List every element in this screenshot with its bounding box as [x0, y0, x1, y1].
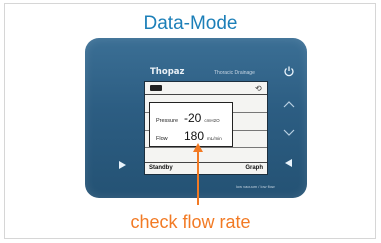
softkey-standby[interactable]: Standby: [149, 165, 173, 171]
chevron-up-icon[interactable]: [282, 97, 296, 111]
flow-row: Flow 180 mL/min: [156, 129, 222, 143]
figure-title: Data-Mode: [143, 13, 238, 34]
flow-label: Flow: [156, 136, 168, 142]
triangle-right-icon[interactable]: [115, 158, 129, 172]
screen-header-divider: [145, 94, 267, 95]
pressure-row: Pressure -20 cmH2O: [156, 111, 220, 125]
softkey-graph[interactable]: Graph: [245, 165, 263, 171]
flow-unit: mL/min: [207, 136, 222, 141]
figure-caption: check flow rate: [130, 212, 251, 232]
arrow-shaft: [197, 150, 199, 205]
data-callout: Pressure -20 cmH2O Flow 180 mL/min: [149, 102, 233, 147]
pressure-unit: cmH2O: [204, 118, 220, 123]
power-icon[interactable]: [282, 64, 296, 78]
device-subbrand: Thoracic Drainage: [214, 70, 255, 76]
triangle-left-icon[interactable]: [282, 156, 296, 170]
pressure-value: -20: [184, 111, 202, 125]
flow-value: 180: [184, 129, 205, 143]
sync-icon: ⟲: [255, 84, 262, 93]
device-screen: ⟲ Pressure -20 cmH2O Flow 180 mL/min Sta…: [144, 81, 268, 175]
pressure-label: Pressure: [156, 118, 179, 124]
device-footer-note: low vacuum / low flow: [236, 184, 275, 189]
battery-icon: [150, 85, 162, 91]
chevron-down-icon[interactable]: [282, 126, 296, 140]
screen-divider: [145, 147, 267, 148]
device-brand: Thopaz: [150, 67, 185, 77]
softkey-divider: [145, 162, 267, 163]
